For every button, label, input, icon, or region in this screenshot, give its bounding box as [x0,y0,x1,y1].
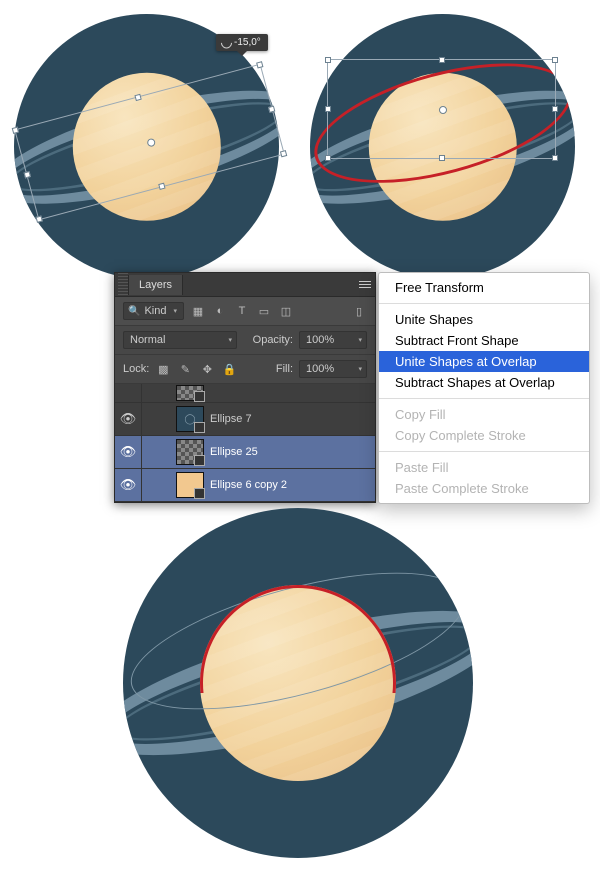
filter-adjustment-icon[interactable]: ◐ [212,303,228,319]
blend-mode-dropdown[interactable]: Normal ▾ [123,331,237,349]
layers-tab[interactable]: Layers [128,275,183,295]
filter-pixel-icon[interactable]: ▦ [190,303,206,319]
layer-item[interactable]: 👁 Ellipse 25 [115,436,375,469]
planet-tile-result [123,508,473,858]
menu-subtract-shapes-at-overlap[interactable]: Subtract Shapes at Overlap [379,372,589,393]
blend-opacity-row: Normal ▾ Opacity: 100% ▾ [115,326,375,355]
filter-shape-icon[interactable]: ▭ [256,303,272,319]
panel-flyout-menu-button[interactable] [355,274,375,296]
layer-name: Ellipse 6 copy 2 [210,479,287,491]
fill-input[interactable]: 100% ▾ [299,360,367,378]
filter-kind-label: Kind [144,305,166,317]
lock-position-icon[interactable]: ✥ [199,361,215,377]
menu-separator [379,451,589,452]
chevron-down-icon: ▾ [228,336,232,344]
layers-filter-bar: 🔍 Kind ▾ ▦ ◐ T ▭ ◫ ▯ [115,297,375,326]
layers-panel: Layers 🔍 Kind ▾ ▦ ◐ T ▭ ◫ ▯ Normal ▾ Op [114,272,376,503]
lock-transparency-icon[interactable]: ▩ [155,361,171,377]
menu-copy-fill: Copy Fill [379,404,589,425]
menu-free-transform[interactable]: Free Transform [379,277,589,298]
menu-unite-shapes-at-overlap[interactable]: Unite Shapes at Overlap [379,351,589,372]
filter-smart-icon[interactable]: ◫ [278,303,294,319]
panel-grip[interactable] [118,273,128,296]
visibility-toggle[interactable]: 👁 [115,469,142,501]
layer-thumbnail[interactable] [176,439,204,465]
fill-value: 100% [306,363,334,375]
chevron-down-icon: ▾ [173,307,177,315]
visibility-toggle[interactable] [115,384,142,402]
menu-separator [379,303,589,304]
fill-label: Fill: [276,363,293,375]
layer-thumbnail[interactable]: ◯ [176,406,204,432]
lock-fill-row: Lock: ▩ ✎ ✥ 🔒 Fill: 100% ▾ [115,355,375,384]
chevron-down-icon: ▾ [358,365,362,373]
rotation-angle-value: -15,0° [234,37,261,48]
visibility-toggle[interactable]: 👁 [115,436,142,468]
chevron-down-icon: ▾ [358,336,362,344]
layer-list: 👁 ◯ Ellipse 7 👁 Ellipse 25 👁 Ellipse 6 c… [115,384,375,502]
blend-mode-value: Normal [130,334,165,346]
lock-all-icon[interactable]: 🔒 [221,361,237,377]
search-icon: 🔍 [128,306,140,317]
opacity-value: 100% [306,334,334,346]
layer-item[interactable]: 👁 Ellipse 6 copy 2 [115,469,375,502]
opacity-input[interactable]: 100% ▾ [299,331,367,349]
filter-type-icon[interactable]: T [234,303,250,319]
layer-thumbnail[interactable] [176,472,204,498]
red-result-path[interactable] [200,585,396,781]
menu-paste-complete-stroke: Paste Complete Stroke [379,478,589,499]
opacity-label: Opacity: [253,334,293,346]
lock-pixels-icon[interactable]: ✎ [177,361,193,377]
tutorial-canvas: -15,0° Layers 🔍 Kind ▾ [0,0,600,872]
menu-unite-shapes[interactable]: Unite Shapes [379,309,589,330]
layer-item-partial[interactable] [115,384,375,403]
filter-kind-dropdown[interactable]: 🔍 Kind ▾ [123,302,184,320]
filter-toggle-switch[interactable]: ▯ [351,303,367,319]
layer-name: Ellipse 25 [210,446,258,458]
layer-thumbnail[interactable] [176,385,204,401]
visibility-toggle[interactable]: 👁 [115,403,142,435]
transform-selection-b[interactable] [327,59,556,159]
menu-subtract-front-shape[interactable]: Subtract Front Shape [379,330,589,351]
lock-label: Lock: [123,363,149,375]
path-operations-context-menu: Free Transform Unite Shapes Subtract Fro… [378,272,590,504]
layer-item[interactable]: 👁 ◯ Ellipse 7 [115,403,375,436]
layer-name: Ellipse 7 [210,413,252,425]
menu-separator [379,398,589,399]
layers-panel-tabbar: Layers [115,273,375,297]
rotation-tooltip: -15,0° [216,34,268,51]
menu-copy-complete-stroke: Copy Complete Stroke [379,425,589,446]
menu-paste-fill: Paste Fill [379,457,589,478]
